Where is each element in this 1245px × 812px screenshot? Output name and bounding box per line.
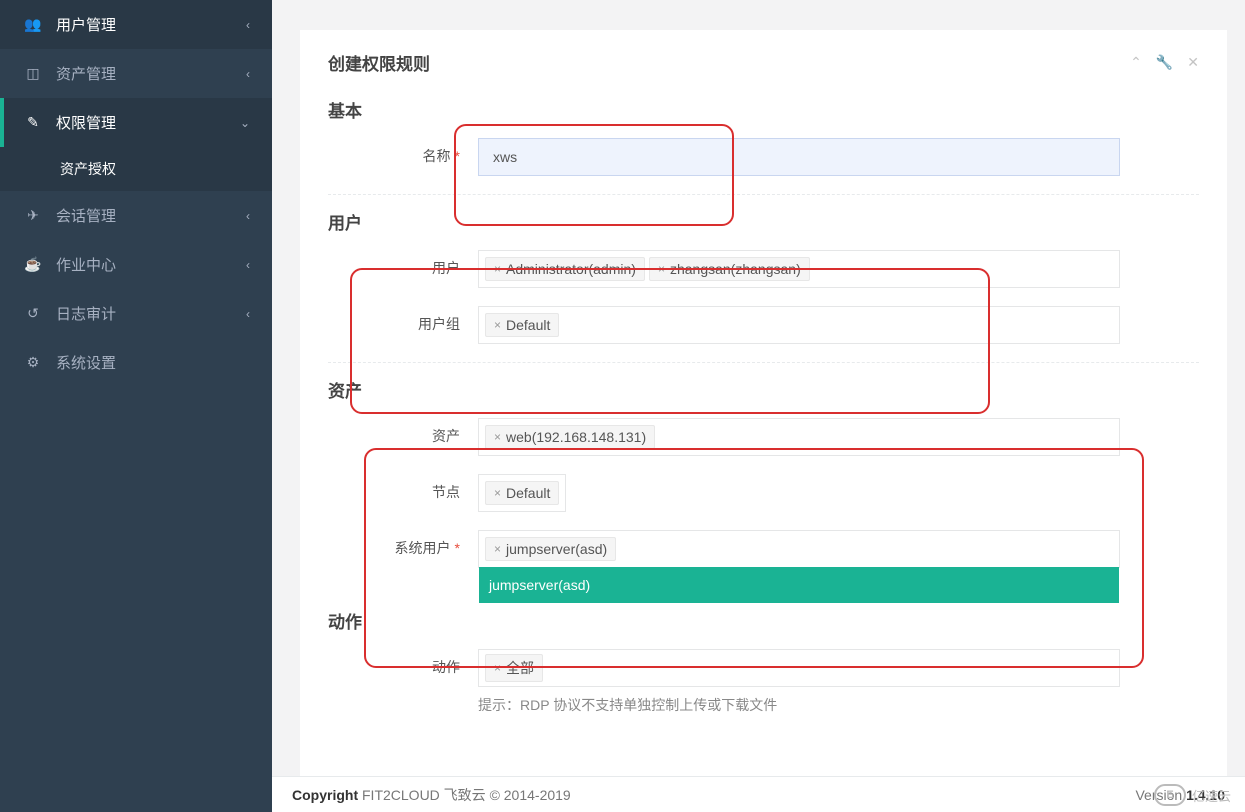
form-row-name: 名称* <box>328 138 1199 176</box>
sidebar-item-label: 日志审计 <box>56 303 246 324</box>
tag-remove-icon[interactable]: × <box>494 486 501 500</box>
label-action: 动作 <box>328 649 478 677</box>
sidebar-submenu: 资产授权 <box>0 147 272 191</box>
sidebar-item-perms[interactable]: ✎ 权限管理 ⌄ <box>0 98 272 147</box>
label-user: 用户 <box>328 250 478 278</box>
tag-remove-icon[interactable]: × <box>658 262 665 276</box>
form-row-node: 节点 ×Default <box>328 474 1199 512</box>
node-select[interactable]: ×Default <box>478 474 566 512</box>
chevron-left-icon: ‹ <box>246 67 250 81</box>
form-row-asset: 资产 ×web(192.168.148.131) <box>328 418 1199 456</box>
copyright: Copyright FIT2CLOUD 飞致云 © 2014-2019 <box>292 785 571 805</box>
chevron-left-icon: ‹ <box>246 18 250 32</box>
chevron-left-icon: ‹ <box>246 209 250 223</box>
coffee-icon: ☕ <box>22 256 44 273</box>
user-select[interactable]: ×Administrator(admin) ×zhangsan(zhangsan… <box>478 250 1120 288</box>
form-row-sysuser: 系统用户* ×jumpserver(asd) jumpserver(asd) <box>328 530 1199 568</box>
action-select[interactable]: ×全部 <box>478 649 1120 687</box>
wrench-icon[interactable]: 🔧 <box>1156 54 1173 71</box>
users-icon: 👥 <box>22 16 44 33</box>
rocket-icon: ✈ <box>22 207 44 224</box>
chevron-down-icon: ⌄ <box>240 116 250 130</box>
label-node: 节点 <box>328 474 478 502</box>
usergroup-select[interactable]: ×Default <box>478 306 1120 344</box>
tag-user: ×zhangsan(zhangsan) <box>649 257 810 281</box>
sidebar-item-label: 作业中心 <box>56 254 246 275</box>
section-title-action: 动作 <box>328 608 1199 633</box>
sidebar-item-label: 资产管理 <box>56 63 246 84</box>
sidebar-item-assets[interactable]: ◫ 资产管理 ‹ <box>0 49 272 98</box>
tag-remove-icon[interactable]: × <box>494 430 501 444</box>
footer: Copyright FIT2CLOUD 飞致云 © 2014-2019 Vers… <box>272 776 1245 812</box>
form-row-action: 动作 ×全部 提示：RDP 协议不支持单独控制上传或下载文件 <box>328 649 1199 715</box>
section-title-asset: 资产 <box>328 377 1199 402</box>
chevron-left-icon: ‹ <box>246 307 250 321</box>
sidebar-item-sessions[interactable]: ✈ 会话管理 ‹ <box>0 191 272 240</box>
label-sysuser: 系统用户* <box>328 530 478 558</box>
sysuser-select[interactable]: ×jumpserver(asd) jumpserver(asd) <box>478 530 1120 568</box>
sidebar-item-jobs[interactable]: ☕ 作业中心 ‹ <box>0 240 272 289</box>
tag-user: ×Administrator(admin) <box>485 257 645 281</box>
tag-remove-icon[interactable]: × <box>494 661 501 675</box>
name-field[interactable] <box>478 138 1120 176</box>
tag-remove-icon[interactable]: × <box>494 262 501 276</box>
dropdown-option[interactable]: jumpserver(asd) <box>479 567 1119 603</box>
form-row-usergroup: 用户组 ×Default <box>328 306 1199 344</box>
panel-title: 创建权限规则 <box>328 50 430 75</box>
form-panel: 创建权限规则 ⌃ 🔧 ✕ 基本 名称* 用户 用户 <box>300 30 1227 812</box>
sidebar-item-users[interactable]: 👥 用户管理 ‹ <box>0 0 272 49</box>
main-area: 创建权限规则 ⌃ 🔧 ✕ 基本 名称* 用户 用户 <box>272 0 1245 812</box>
cloud-icon <box>1154 784 1186 806</box>
tag-node: ×Default <box>485 481 559 505</box>
label-asset: 资产 <box>328 418 478 446</box>
sidebar-item-label: 用户管理 <box>56 14 246 35</box>
dashboard-icon: ◫ <box>22 65 44 82</box>
tag-remove-icon[interactable]: × <box>494 542 501 556</box>
sidebar-item-label: 权限管理 <box>56 112 240 133</box>
history-icon: ↺ <box>22 305 44 322</box>
tag-sysuser: ×jumpserver(asd) <box>485 537 616 561</box>
edit-icon: ✎ <box>22 114 44 131</box>
label-name: 名称* <box>328 138 478 166</box>
tag-action: ×全部 <box>485 654 543 682</box>
sidebar-item-label: 会话管理 <box>56 205 246 226</box>
tag-remove-icon[interactable]: × <box>494 318 501 332</box>
sidebar-item-logs[interactable]: ↺ 日志审计 ‹ <box>0 289 272 338</box>
section-title-user: 用户 <box>328 209 1199 234</box>
form-row-user: 用户 ×Administrator(admin) ×zhangsan(zhang… <box>328 250 1199 288</box>
close-icon[interactable]: ✕ <box>1187 54 1199 71</box>
tag-asset: ×web(192.168.148.131) <box>485 425 655 449</box>
tag-usergroup: ×Default <box>485 313 559 337</box>
panel-header: 创建权限规则 ⌃ 🔧 ✕ <box>328 50 1199 75</box>
label-usergroup: 用户组 <box>328 306 478 334</box>
action-hint: 提示：RDP 协议不支持单独控制上传或下载文件 <box>478 695 1120 715</box>
sidebar-item-label: 系统设置 <box>56 352 250 373</box>
sidebar-subitem-asset-auth[interactable]: 资产授权 <box>0 147 272 191</box>
section-title-basic: 基本 <box>328 97 1199 122</box>
collapse-icon[interactable]: ⌃ <box>1130 54 1142 71</box>
sidebar-item-settings[interactable]: ⚙ 系统设置 <box>0 338 272 387</box>
watermark: 亿速云 <box>1154 784 1231 806</box>
divider <box>328 194 1199 195</box>
divider <box>328 362 1199 363</box>
asset-select[interactable]: ×web(192.168.148.131) <box>478 418 1120 456</box>
cogs-icon: ⚙ <box>22 354 44 371</box>
panel-tools: ⌃ 🔧 ✕ <box>1130 54 1199 71</box>
chevron-left-icon: ‹ <box>246 258 250 272</box>
sidebar: 👥 用户管理 ‹ ◫ 资产管理 ‹ ✎ 权限管理 ⌄ 资产授权 ✈ 会话管理 ‹… <box>0 0 272 812</box>
